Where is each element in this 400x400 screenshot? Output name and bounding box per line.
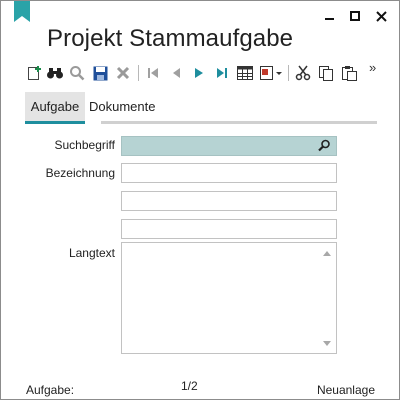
previous-record-button[interactable] [166, 62, 186, 84]
report-menu-icon [260, 66, 282, 80]
bookmark-icon[interactable] [14, 1, 30, 22]
description-field-line-2[interactable] [121, 191, 337, 211]
vertical-scrollbar[interactable] [319, 243, 336, 353]
status-mode: Neuanlage [316, 383, 375, 397]
binoculars-icon [47, 68, 63, 79]
close-button[interactable] [370, 5, 392, 27]
magnifier-icon [70, 66, 85, 81]
save-icon [93, 66, 107, 80]
search-button[interactable] [67, 62, 87, 84]
minimize-button[interactable] [319, 5, 341, 27]
app-window: Projekt Stammaufgabe » Aufgabe Dokumente… [0, 0, 400, 400]
longtext-field[interactable] [121, 242, 337, 354]
minimize-icon [325, 18, 334, 20]
next-record-button[interactable] [189, 62, 209, 84]
copy-icon [318, 65, 333, 81]
cut-icon [295, 65, 311, 81]
toolbar: » [25, 60, 385, 84]
first-record-button[interactable] [143, 62, 163, 84]
toolbar-separator [138, 65, 139, 81]
scroll-down-icon[interactable] [323, 341, 331, 346]
scroll-up-icon[interactable] [323, 251, 331, 256]
delete-icon [116, 66, 130, 80]
save-button[interactable] [90, 62, 110, 84]
find-button[interactable] [45, 62, 65, 84]
description-input[interactable] [122, 164, 336, 182]
search-term-input[interactable] [122, 137, 336, 155]
paste-icon [341, 65, 357, 81]
description-input-line-2[interactable] [122, 192, 336, 210]
description-input-line-3[interactable] [122, 220, 336, 238]
table-view-button[interactable] [235, 62, 255, 84]
maximize-icon [349, 10, 360, 21]
tab-dokumente[interactable]: Dokumente [89, 92, 155, 121]
paste-button[interactable] [339, 62, 359, 84]
toolbar-separator [288, 65, 289, 81]
tab-underline [101, 121, 377, 124]
search-term-label: Suchbegriff [54, 138, 116, 152]
close-icon [375, 10, 387, 22]
description-field[interactable] [121, 163, 337, 183]
tab-aufgabe[interactable]: Aufgabe [25, 92, 85, 124]
cut-button[interactable] [293, 62, 313, 84]
new-record-button[interactable] [25, 62, 45, 84]
description-field-line-3[interactable] [121, 219, 337, 239]
longtext-label: Langtext [68, 246, 115, 260]
maximize-button[interactable] [344, 5, 366, 27]
copy-button[interactable] [316, 62, 336, 84]
status-record-counter: 1/2 [181, 379, 198, 393]
description-label: Bezeichnung [45, 166, 115, 180]
delete-button[interactable] [113, 62, 133, 84]
first-record-icon [148, 68, 158, 78]
previous-record-icon [173, 68, 180, 78]
next-record-icon [195, 68, 203, 78]
last-record-icon [217, 68, 227, 78]
toolbar-overflow-button[interactable]: » [369, 60, 376, 75]
window-title: Projekt Stammaufgabe [47, 25, 294, 52]
new-record-icon [28, 66, 41, 80]
report-menu-button[interactable] [258, 62, 284, 84]
table-view-icon [237, 66, 253, 80]
lookup-icon[interactable] [318, 139, 331, 152]
tab-bar: Aufgabe Dokumente [25, 92, 377, 125]
last-record-button[interactable] [212, 62, 232, 84]
search-term-field[interactable] [121, 136, 337, 156]
status-record-type: Aufgabe: [26, 383, 75, 397]
